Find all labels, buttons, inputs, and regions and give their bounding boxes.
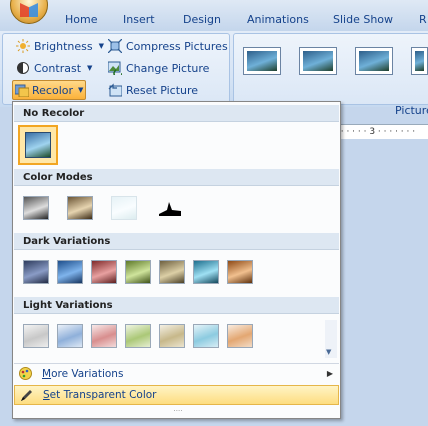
brightness-button[interactable]: Brightness ▼ — [16, 37, 104, 55]
more-variations-label: ore Variations — [51, 367, 124, 380]
tab-home[interactable]: Home — [65, 13, 97, 26]
reset-picture-label: Reset Picture — [126, 83, 199, 97]
contrast-button[interactable]: Contrast ▼ — [16, 59, 92, 77]
light-variation-6[interactable] — [193, 324, 219, 348]
light-variation-5[interactable] — [159, 324, 185, 348]
dark-variation-2[interactable] — [57, 260, 83, 284]
tab-design[interactable]: Design — [183, 13, 221, 26]
dark-variation-1[interactable] — [23, 260, 49, 284]
recolor-label: Recolor — [32, 83, 74, 97]
contrast-label: Contrast — [34, 61, 82, 75]
light-variation-4[interactable] — [125, 324, 151, 348]
picture-style-2[interactable] — [299, 47, 337, 75]
gallery-scrollbar[interactable]: ▼ — [325, 320, 337, 358]
more-variations-item[interactable]: More Variations ▶ — [14, 363, 339, 383]
light-variation-3[interactable] — [91, 324, 117, 348]
set-transparent-color-item[interactable]: Set Transparent Color — [14, 385, 339, 405]
light-variations-header: Light Variations — [14, 297, 339, 314]
resize-grip-icon[interactable]: ···· — [168, 407, 188, 415]
sepia-thumb[interactable] — [67, 196, 93, 220]
dark-variation-5[interactable] — [159, 260, 185, 284]
chevron-down-icon: ▼ — [78, 86, 84, 94]
light-variation-1[interactable] — [23, 324, 49, 348]
no-recolor-header: No Recolor — [14, 105, 339, 122]
black-and-white-thumb[interactable] — [155, 196, 181, 220]
dark-variations-header: Dark Variations — [14, 233, 339, 250]
light-variation-2[interactable] — [57, 324, 83, 348]
compress-pictures-button[interactable]: Compress Pictures — [107, 37, 228, 55]
palette-icon — [14, 367, 36, 380]
reset-picture-button[interactable]: Reset Picture — [108, 81, 198, 99]
picture-style-4[interactable] — [411, 47, 428, 75]
change-picture-label: Change Picture — [126, 61, 210, 75]
grayscale-thumb[interactable] — [23, 196, 49, 220]
scroll-down-icon[interactable]: ▼ — [326, 348, 331, 356]
ruler: · · · · · · 3 · · · · · · · — [335, 124, 428, 139]
chevron-right-icon: ▶ — [326, 369, 333, 378]
recolor-button[interactable]: Recolor ▼ — [12, 80, 86, 100]
recolor-dropdown: No Recolor Color Modes Dark Variations L… — [12, 101, 341, 419]
change-picture-icon — [107, 61, 123, 79]
more-variations-mnemonic: M — [42, 367, 52, 380]
washout-thumb[interactable] — [111, 196, 137, 220]
dark-variation-6[interactable] — [193, 260, 219, 284]
picture-style-1[interactable] — [243, 47, 281, 75]
picture-styles-label: Picture — [395, 104, 428, 117]
tab-insert[interactable]: Insert — [123, 13, 155, 26]
light-variation-7[interactable] — [227, 324, 253, 348]
dark-variation-4[interactable] — [125, 260, 151, 284]
chevron-down-icon: ▼ — [87, 64, 93, 72]
sun-icon — [16, 39, 30, 53]
chevron-down-icon: ▼ — [98, 42, 104, 50]
change-picture-button[interactable]: Change Picture — [107, 59, 210, 79]
brightness-label: Brightness — [34, 39, 93, 53]
picture-style-3[interactable] — [355, 47, 393, 75]
tab-slide-show[interactable]: Slide Show — [333, 13, 393, 26]
compress-icon — [107, 38, 123, 54]
black-white-icon — [159, 202, 181, 216]
no-recolor-thumb[interactable] — [18, 125, 58, 165]
dark-variation-7[interactable] — [227, 260, 253, 284]
tab-review[interactable]: R — [419, 13, 427, 26]
tab-animations[interactable]: Animations — [247, 13, 309, 26]
reset-picture-icon — [108, 83, 123, 97]
set-transparent-mnemonic: S — [43, 389, 50, 401]
recolor-icon — [14, 83, 30, 98]
color-modes-header: Color Modes — [14, 169, 339, 186]
dark-variation-3[interactable] — [91, 260, 117, 284]
office-logo-icon — [20, 3, 38, 17]
picture-thumb-icon — [25, 132, 51, 158]
contrast-icon — [16, 61, 30, 75]
set-transparent-label: et Transparent Color — [49, 389, 157, 401]
compress-label: Compress Pictures — [126, 39, 228, 53]
pen-icon — [15, 389, 37, 402]
